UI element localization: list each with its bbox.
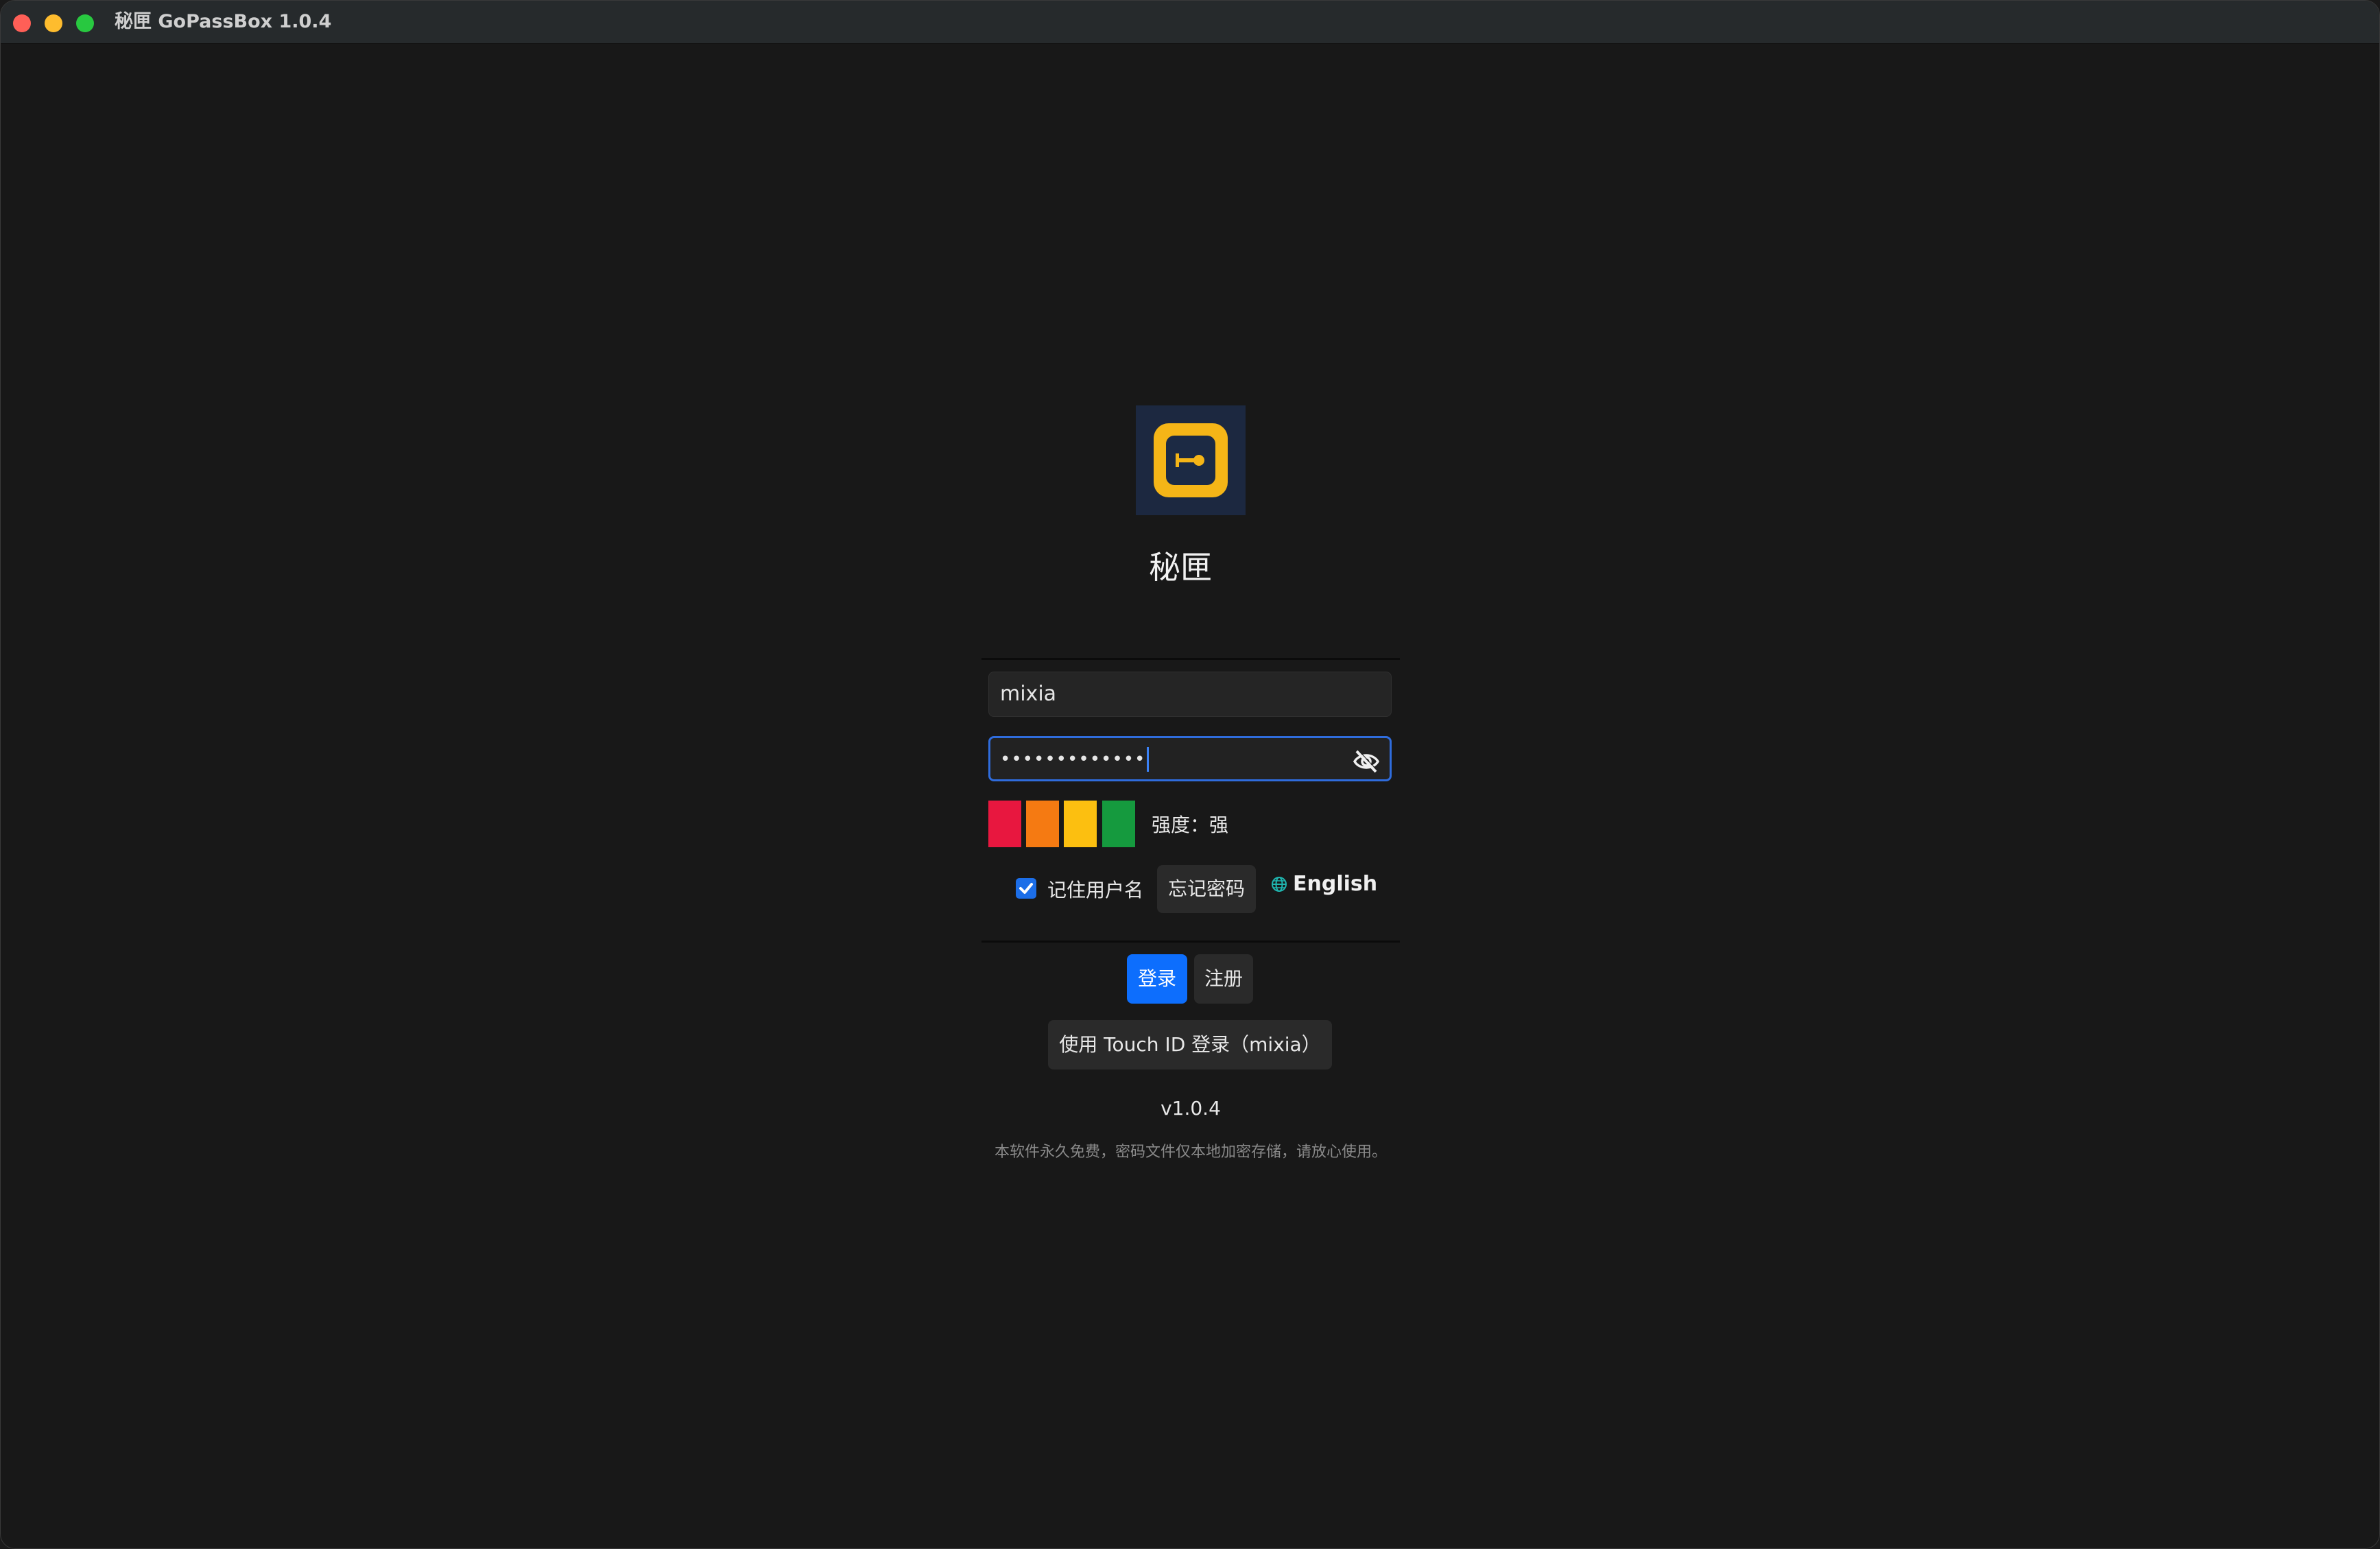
window-title: 秘匣 GoPassBox 1.0.4 (115, 11, 332, 32)
maximize-window-button[interactable] (76, 14, 94, 32)
close-window-button[interactable] (13, 14, 31, 32)
username-field[interactable]: mixia (988, 672, 1392, 717)
remember-username-checkbox[interactable] (1016, 878, 1036, 899)
top-divider (981, 658, 1400, 660)
eye-off-icon[interactable] (1353, 747, 1380, 773)
language-switch-link[interactable]: English (1271, 872, 1377, 896)
strength-bar-3 (1064, 801, 1097, 847)
strength-bar-2 (1026, 801, 1059, 847)
forgot-password-button[interactable]: 忘记密码 (1157, 865, 1256, 913)
password-value: ••••••••••••• (1000, 749, 1146, 770)
key-box-icon (1154, 423, 1228, 497)
password-field[interactable]: ••••••••••••• (988, 736, 1392, 781)
title-bar: 秘匣 GoPassBox 1.0.4 (1, 1, 2379, 44)
language-label: English (1293, 872, 1378, 896)
minimize-window-button[interactable] (45, 14, 62, 32)
text-caret (1147, 746, 1150, 772)
login-button[interactable]: 登录 (1127, 954, 1187, 1004)
footer-note: 本软件永久免费，密码文件仅本地加密存储，请放心使用。 (994, 1144, 1387, 1161)
strength-bar-1 (988, 801, 1021, 847)
strength-bar-4 (1102, 801, 1135, 847)
remember-username-label[interactable]: 记住用户名 (1047, 875, 1143, 903)
globe-icon (1271, 874, 1287, 892)
touch-id-login-button[interactable]: 使用 Touch ID 登录（mixia） (1048, 1020, 1332, 1069)
version-label: v1.0.4 (1161, 1097, 1221, 1120)
app-window: 秘匣 GoPassBox 1.0.4 秘匣 mixia ••••••••••••… (0, 0, 2380, 1549)
register-button[interactable]: 注册 (1194, 954, 1253, 1004)
strength-label: 强度：强 (1152, 814, 1229, 836)
app-name-heading: 秘匣 (1149, 549, 1212, 586)
login-screen (1, 44, 2379, 1548)
app-logo (1136, 405, 1246, 515)
bottom-divider (981, 941, 1400, 943)
